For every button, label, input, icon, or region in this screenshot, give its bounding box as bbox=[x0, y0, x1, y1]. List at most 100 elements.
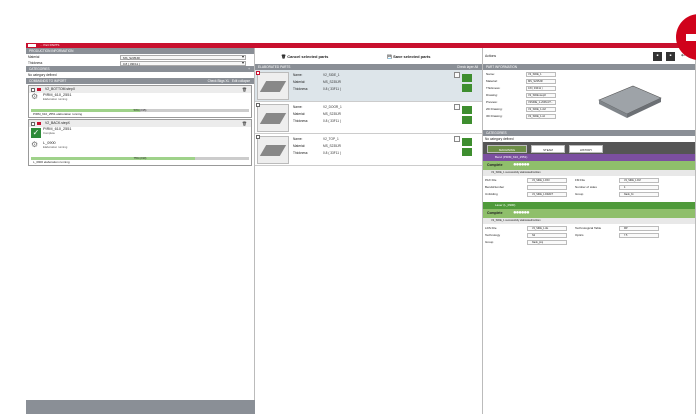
file-job-item: ⚙ L_0900 Elaboration running bbox=[29, 141, 251, 155]
field-label: LDS File bbox=[485, 226, 497, 230]
part-material: MS_S235JR bbox=[323, 144, 341, 148]
part-item[interactable]: Name: V2_TOP_1 Material: MS_S235JR Thick… bbox=[255, 134, 482, 166]
part-thickness-label: Thickness: bbox=[293, 119, 309, 123]
upload-icon[interactable] bbox=[462, 116, 472, 124]
job-sub: Elaboration running bbox=[43, 97, 68, 101]
tech-table-field[interactable]: MP bbox=[619, 225, 659, 231]
info-label: Preview: bbox=[486, 100, 498, 104]
bottom-action-bar[interactable] bbox=[26, 400, 255, 414]
field-label: Group bbox=[575, 192, 584, 196]
upload-icon[interactable] bbox=[462, 84, 472, 92]
optics-field[interactable]: 7.5 bbox=[619, 232, 659, 238]
file-checkbox[interactable] bbox=[31, 121, 35, 126]
delete-icon[interactable]: 🗑 bbox=[242, 86, 247, 93]
part-name-label: Name: bbox=[293, 137, 303, 141]
info-label: 2D Drawing: bbox=[486, 107, 503, 111]
progress-bar: 75% (2/10) bbox=[31, 157, 249, 160]
unfolding-field[interactable]: V2_SIDE_1.DRAFT bbox=[527, 191, 567, 197]
save-all-icon[interactable]: ▪ bbox=[666, 52, 675, 61]
tab-history[interactable]: HISTORY bbox=[569, 145, 603, 153]
details-icon[interactable] bbox=[454, 72, 460, 78]
categories2-header: CATEGORIES bbox=[483, 130, 695, 136]
part-item[interactable]: Name: V2_DOOR_1 Material: MS_S235JR Thic… bbox=[255, 102, 482, 134]
job-steps: ●●●●●● bbox=[513, 162, 530, 168]
sides-field[interactable]: 4 bbox=[619, 184, 659, 190]
command-file-bottom[interactable]: V2_BOTTOM.stepX 🗑 ⚙ PIRM_610_2551 Elabor… bbox=[28, 85, 252, 118]
file-checkbox[interactable] bbox=[31, 87, 35, 92]
job-header-laser[interactable]: Laser (L_0900) bbox=[483, 202, 695, 209]
file-header[interactable]: V2_BOTTOM.stepX 🗑 bbox=[29, 86, 251, 93]
job-status-bend: Complete ●●●●●● bbox=[483, 161, 695, 170]
save-parts-button[interactable]: 💾 Save selected parts bbox=[387, 54, 430, 59]
info-3d-value[interactable]: V2_SIDE_1.stl bbox=[526, 113, 556, 119]
file-icon bbox=[37, 88, 41, 91]
download-icon[interactable] bbox=[462, 106, 472, 114]
part-checkbox[interactable] bbox=[256, 103, 260, 107]
right-column: Actions ▪ ▪ ↩ PART INFORMATION Name: V2_… bbox=[483, 48, 696, 414]
file-name: V2_BOTTOM.stepX bbox=[45, 87, 76, 91]
command-file-back[interactable]: V2_BACK.stepX 🗑 ✓ PIRM_610_2551 Complete… bbox=[28, 119, 252, 166]
app-window: ... Part PARTS PRODUCTION INFORMATION Ma… bbox=[0, 0, 696, 414]
part-name: V2_DOOR_1 bbox=[323, 105, 342, 109]
field-label: FM File bbox=[575, 178, 585, 182]
part-thickness: 0.8 ( 33F11 ) bbox=[323, 119, 342, 123]
job-status-laser: Complete ●●●●●● bbox=[483, 209, 695, 218]
main-area: PRODUCTION INFORMATION Material MS_S235J… bbox=[26, 48, 696, 414]
info-thickness-value[interactable]: 0.8 ( 33F11 ) bbox=[526, 85, 556, 91]
field-label: Technology bbox=[485, 233, 501, 237]
details-icon[interactable] bbox=[454, 136, 460, 142]
commands-header: COMMANDS TO IMPORT Check Bkgs XL Edit co… bbox=[26, 78, 254, 84]
part-info-panel: Name: V2_SIDE_1 Material: MS_S235JR Thic… bbox=[483, 70, 695, 130]
file-status: L_0900 elaboration running bbox=[33, 160, 70, 164]
part-name: V2_TOP_1 bbox=[323, 137, 339, 141]
gear-icon: ⚙ bbox=[31, 140, 39, 149]
group-field[interactable]: blank_fm bbox=[619, 191, 659, 197]
file-header[interactable]: V2_BACK.stepX 🗑 bbox=[29, 120, 251, 127]
bends-number-field[interactable] bbox=[527, 184, 567, 190]
material-select[interactable]: MS_S235JR bbox=[120, 54, 246, 60]
delete-icon[interactable]: 🗑 bbox=[242, 120, 247, 127]
tab-machining[interactable]: MACHINING bbox=[487, 145, 527, 153]
job-header-bend[interactable]: Bend (PIRM_610_2551) bbox=[483, 154, 695, 161]
window-title: ... Part PARTS bbox=[40, 43, 60, 47]
part-thumbnail bbox=[257, 104, 289, 132]
part-thumbnail bbox=[257, 72, 289, 100]
job-sub: Elaboration running bbox=[43, 145, 68, 149]
info-drawing-value[interactable]: V2_SIDE.stepX bbox=[526, 92, 556, 98]
field-label: Technological Table bbox=[575, 226, 602, 230]
cancel-parts-button[interactable]: 🗑 Cancel selected parts bbox=[281, 54, 328, 59]
details-icon[interactable] bbox=[454, 104, 460, 110]
download-icon[interactable] bbox=[462, 138, 472, 146]
part-checkbox[interactable] bbox=[256, 135, 260, 139]
thickness-select[interactable]: 0.8 ( 33F11 ) bbox=[120, 60, 246, 66]
categories-header[interactable]: CATEGORIES + bbox=[26, 66, 254, 72]
lds-file-field[interactable]: V2_SIDE_1.lds bbox=[527, 225, 567, 231]
fm-file-field[interactable]: V2_SIDE_1.FM bbox=[619, 177, 659, 183]
commands-actions[interactable]: Check Bkgs XL Edit collapse bbox=[208, 78, 250, 84]
pax-file-field[interactable]: V2_SIDE_1.PAX bbox=[527, 177, 567, 183]
group-field[interactable]: blank_proj bbox=[527, 239, 567, 245]
info-2d-value[interactable]: V2_SIDE_1.dxf bbox=[526, 106, 556, 112]
field-label: BendsNumber bbox=[485, 185, 505, 189]
info-label: 3D Drawing: bbox=[486, 114, 503, 118]
check-icon: ✓ bbox=[31, 128, 41, 138]
field-label: Optics bbox=[575, 233, 584, 237]
file-job-item: ⚙ PIRM_610_2551 Elaboration running bbox=[29, 93, 251, 107]
part-checkbox[interactable] bbox=[256, 71, 260, 75]
blank-top-area bbox=[0, 0, 696, 43]
job-steps: ●●●●●● bbox=[513, 210, 530, 216]
tab-steam[interactable]: STEAM bbox=[531, 145, 565, 153]
part-item[interactable]: Name: V2_SIDE_1 Material: MS_S235JR Thic… bbox=[255, 70, 482, 102]
field-label: Unfolding bbox=[485, 192, 498, 196]
progress-text: 50% (2/15) bbox=[133, 109, 147, 112]
upload-icon[interactable] bbox=[462, 148, 472, 156]
info-material-value[interactable]: MS_S235JR bbox=[526, 78, 556, 84]
part-name: V2_SIDE_1 bbox=[323, 73, 340, 77]
save-icon[interactable]: ▪ bbox=[653, 52, 662, 61]
download-icon[interactable] bbox=[462, 74, 472, 82]
part-thickness: 0.8 ( 33F11 ) bbox=[323, 151, 342, 155]
progress-bar: 50% (2/15) bbox=[31, 109, 249, 112]
technology-field[interactable]: N2 bbox=[527, 232, 567, 238]
add-icon[interactable]: + bbox=[248, 66, 250, 72]
info-preview-value[interactable]: V2SIDE_1-v6Ffcxf7... bbox=[526, 99, 556, 105]
